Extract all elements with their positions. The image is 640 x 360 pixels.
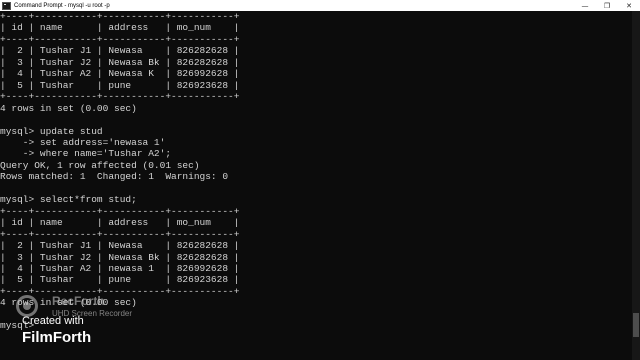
console-line: +----+-----------+-----------+----------… <box>0 285 240 297</box>
window-title: Command Prompt - mysql -u root -p <box>14 2 110 9</box>
maximize-button[interactable]: ❐ <box>596 0 618 11</box>
close-button[interactable]: ✕ <box>618 0 640 11</box>
console-line: | 4 | Tushar A2 | Newasa K | 826992628 | <box>0 68 240 80</box>
console-line: +----+-----------+-----------+----------… <box>0 11 240 22</box>
console-line: | 2 | Tushar J1 | Newasa | 826282628 | <box>0 240 240 252</box>
console-line: | 3 | Tushar J2 | Newasa Bk | 826282628 … <box>0 56 240 68</box>
console-line: +----+-----------+-----------+----------… <box>0 205 240 217</box>
console-line: | 3 | Tushar J2 | Newasa Bk | 826282628 … <box>0 251 240 263</box>
cmd-icon <box>2 1 11 10</box>
vertical-scrollbar[interactable] <box>632 11 640 360</box>
console-output[interactable]: +----+-----------+-----------+----------… <box>0 11 632 360</box>
console-line: Query OK, 1 row affected (0.01 sec) <box>0 159 200 171</box>
console-line: -> set address='newasa 1' <box>0 136 166 148</box>
console-line: -> where name='Tushar A2'; <box>0 148 172 160</box>
minimize-button[interactable]: — <box>574 0 596 11</box>
console-text: +----+-----------+-----------+----------… <box>0 11 632 332</box>
console-line: +----+-----------+-----------+----------… <box>0 91 240 103</box>
console-line: | id | name | address | mo_num | <box>0 22 240 34</box>
command-prompt-window: Command Prompt - mysql -u root -p — ❐ ✕ … <box>0 0 640 360</box>
console-line: mysql> update stud <box>0 125 103 137</box>
title-bar[interactable]: Command Prompt - mysql -u root -p — ❐ ✕ <box>0 0 640 11</box>
console-line: 4 rows in set (0.00 sec) <box>0 297 137 309</box>
console-line: | 5 | Tushar | pune | 826923628 | <box>0 79 240 91</box>
window-controls: — ❐ ✕ <box>574 0 640 11</box>
console-line: | 5 | Tushar | pune | 826923628 | <box>0 274 240 286</box>
console-line: +----+-----------+-----------+----------… <box>0 228 240 240</box>
console-line: mysql> <box>0 320 40 332</box>
console-line: Rows matched: 1 Changed: 1 Warnings: 0 <box>0 171 229 183</box>
console-line: 4 rows in set (0.00 sec) <box>0 102 137 114</box>
console-line: | id | name | address | mo_num | <box>0 217 240 229</box>
console-line: +----+-----------+-----------+----------… <box>0 33 240 45</box>
console-line: mysql> select*from stud; <box>0 194 137 206</box>
console-line: | 2 | Tushar J1 | Newasa | 826282628 | <box>0 45 240 57</box>
scrollbar-thumb[interactable] <box>633 313 639 337</box>
console-line: | 4 | Tushar A2 | newasa 1 | 826992628 | <box>0 262 240 274</box>
